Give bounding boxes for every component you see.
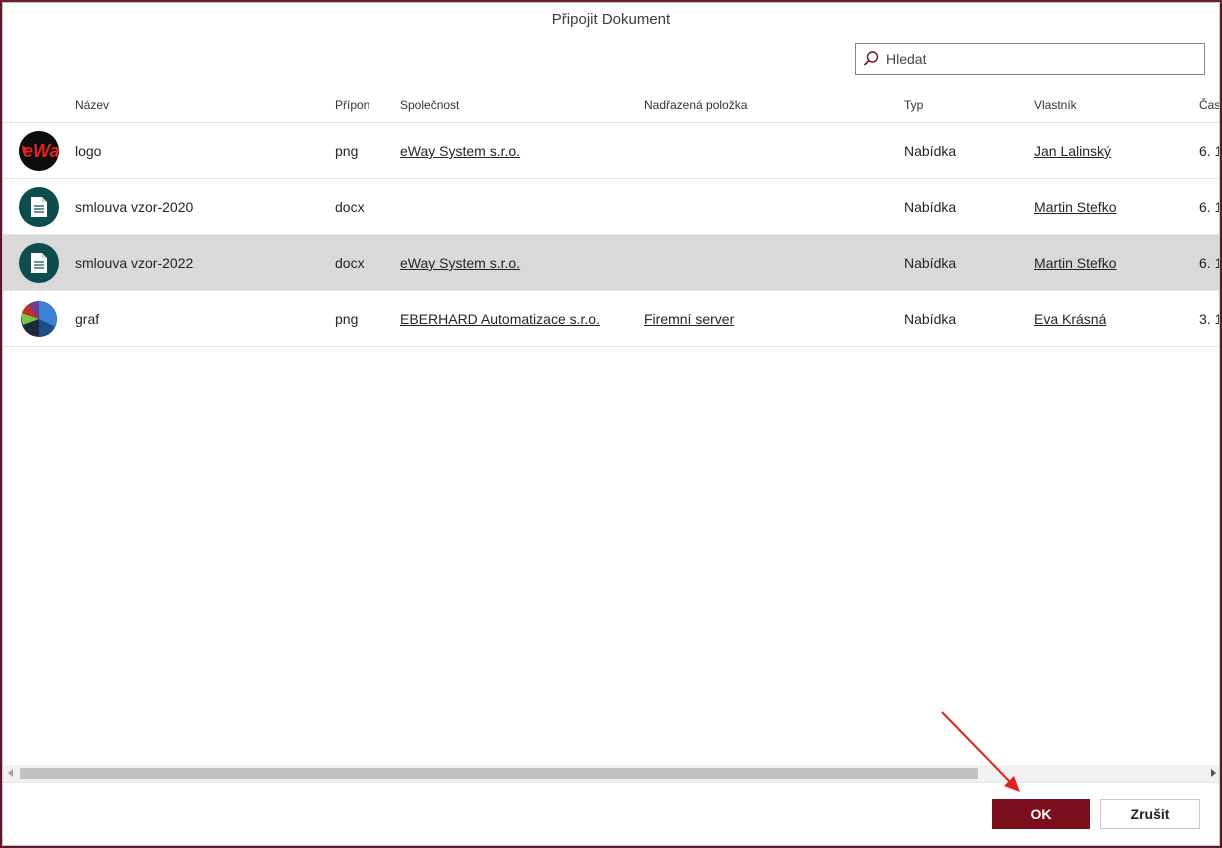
dialog-title: Připojit Dokument xyxy=(551,11,671,28)
document-type: Nabídka xyxy=(904,311,957,327)
document-type: Nabídka xyxy=(904,143,957,159)
owner-link[interactable]: Martin Stefko xyxy=(1034,199,1184,215)
column-header-owner[interactable]: Vlastník xyxy=(1034,98,1184,112)
scroll-left-arrow-icon[interactable] xyxy=(8,769,13,777)
ok-button[interactable]: OK xyxy=(992,799,1090,829)
document-type: Nabídka xyxy=(904,199,957,215)
document-name: graf xyxy=(75,311,100,327)
search-box[interactable] xyxy=(855,43,1205,75)
document-name: smlouva vzor-2022 xyxy=(75,255,194,271)
search-input[interactable] xyxy=(886,45,1204,73)
document-time: 6. 1 xyxy=(1199,255,1219,271)
documents-grid: Název Přípon Společnost Nadřazená položk… xyxy=(3,87,1219,763)
search-icon xyxy=(856,44,886,74)
scrollbar-thumb[interactable] xyxy=(20,768,978,779)
document-name: logo xyxy=(75,143,102,159)
column-header-name[interactable]: Název xyxy=(75,98,325,112)
horizontal-scrollbar[interactable] xyxy=(3,765,1219,782)
company-link[interactable]: EBERHARD Automatizace s.r.o. xyxy=(400,311,640,327)
cancel-button[interactable]: Zrušit xyxy=(1100,799,1200,829)
svg-text:eWa: eWa xyxy=(23,141,59,161)
document-icon xyxy=(19,187,59,227)
column-header-company[interactable]: Společnost xyxy=(400,98,640,112)
footer-divider xyxy=(3,782,1219,783)
company-link[interactable]: eWay System s.r.o. xyxy=(400,143,640,159)
document-extension: png xyxy=(335,311,359,327)
document-time: 3. 1 xyxy=(1199,311,1219,327)
document-type: Nabídka xyxy=(904,255,957,271)
column-header-time[interactable]: Čas xyxy=(1199,98,1219,112)
document-extension: docx xyxy=(335,255,365,271)
attach-document-dialog: Připojit Dokument Název Přípon Společnos… xyxy=(2,2,1220,846)
parent-item-link[interactable]: Firemní server xyxy=(644,311,894,327)
document-extension: docx xyxy=(335,199,365,215)
document-time: 6. 1 xyxy=(1199,199,1219,215)
table-row[interactable]: eWa logo png eWay System s.r.o. Nabídka … xyxy=(3,123,1219,179)
column-header-extension[interactable]: Přípon xyxy=(335,98,369,112)
column-header-type[interactable]: Typ xyxy=(904,98,1024,112)
document-extension: png xyxy=(335,143,359,159)
document-time: 6. 1 xyxy=(1199,143,1219,159)
owner-link[interactable]: Eva Krásná xyxy=(1034,311,1184,327)
company-link[interactable]: eWay System s.r.o. xyxy=(400,255,640,271)
scroll-right-arrow-icon[interactable] xyxy=(1211,769,1216,777)
document-icon xyxy=(19,243,59,283)
owner-link[interactable]: Martin Stefko xyxy=(1034,255,1184,271)
column-header-parent-item[interactable]: Nadřazená položka xyxy=(644,98,894,112)
logo-thumbnail-icon: eWa xyxy=(19,131,59,171)
table-row[interactable]: graf png EBERHARD Automatizace s.r.o. Fi… xyxy=(3,291,1219,347)
table-row[interactable]: smlouva vzor-2020 docx Nabídka Martin St… xyxy=(3,179,1219,235)
table-row-selected[interactable]: smlouva vzor-2022 docx eWay System s.r.o… xyxy=(3,235,1219,291)
document-name: smlouva vzor-2020 xyxy=(75,199,194,215)
owner-link[interactable]: Jan Lalinský xyxy=(1034,143,1184,159)
grid-header: Název Přípon Společnost Nadřazená položk… xyxy=(3,87,1219,123)
pie-chart-thumbnail-icon xyxy=(19,299,59,339)
